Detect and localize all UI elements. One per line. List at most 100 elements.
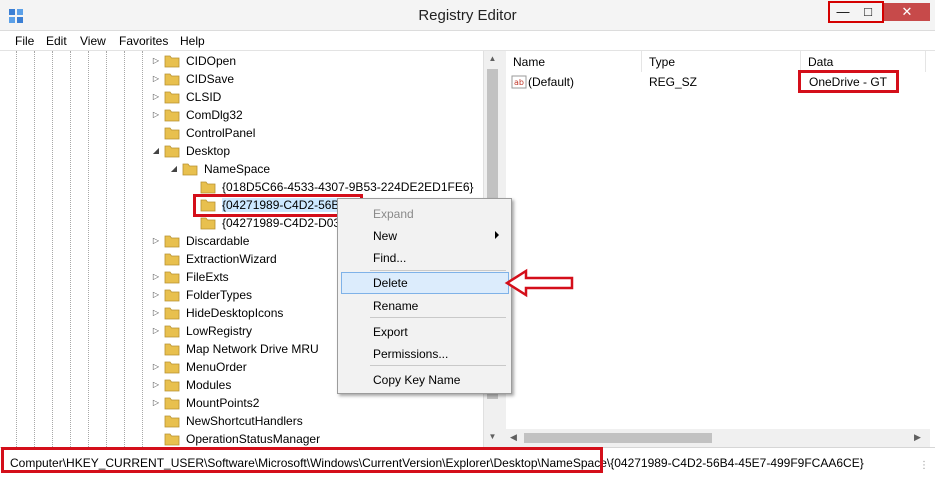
expand-arrow-icon[interactable]: ▷ [151, 92, 161, 102]
folder-icon [164, 325, 180, 338]
expand-arrow-icon[interactable]: ▷ [151, 272, 161, 282]
expander-placeholder [187, 182, 197, 192]
tree-item-label: Desktop [186, 144, 231, 158]
folder-icon [164, 289, 180, 302]
tree-item-namespace[interactable]: ◢ NameSpace [8, 161, 488, 179]
expand-arrow-icon[interactable]: ▷ [151, 74, 161, 84]
folder-open-icon [182, 163, 198, 176]
folder-icon [164, 91, 180, 104]
tree-item-label: CIDSave [186, 72, 235, 86]
svg-text:ab: ab [514, 78, 524, 87]
annotation-highlight-path [1, 447, 603, 473]
value-name: (Default) [528, 75, 575, 89]
close-button[interactable]: ✕ [884, 3, 930, 21]
value-type: REG_SZ [649, 75, 698, 89]
folder-icon [164, 145, 180, 158]
scroll-right-icon[interactable]: ▶ [914, 432, 921, 443]
menu-item-find[interactable]: Find... [341, 247, 509, 269]
maximize-button[interactable]: □ [857, 3, 879, 21]
registry-values-list[interactable]: Name Type Data ab (Default) REG_SZ OneDr… [506, 51, 930, 447]
tree-item-clsid[interactable]: ▷ CLSID [8, 89, 488, 107]
menu-bar: File Edit View Favorites Help [0, 31, 935, 51]
column-header-name[interactable]: Name [506, 51, 642, 72]
folder-icon [164, 307, 180, 320]
folder-icon [164, 361, 180, 374]
tree-item-comdlg32[interactable]: ▷ ComDlg32 [8, 107, 488, 125]
window-title: Registry Editor [418, 7, 517, 24]
folder-icon [200, 217, 216, 230]
values-horizontal-scrollbar[interactable]: ◀ ▶ [506, 429, 930, 447]
resize-grip-icon[interactable]: ⋮ [919, 460, 929, 471]
menu-favorites[interactable]: Favorites [119, 34, 168, 48]
folder-icon [164, 127, 180, 140]
submenu-arrow-icon [495, 231, 499, 239]
expander-placeholder [187, 218, 197, 228]
expand-arrow-icon[interactable]: ▷ [151, 398, 161, 408]
menu-item-copy-key-name[interactable]: Copy Key Name [341, 369, 509, 391]
menu-item-rename[interactable]: Rename [341, 295, 509, 317]
collapse-arrow-icon[interactable]: ◢ [169, 164, 179, 174]
menu-separator [370, 270, 506, 271]
tree-item-label: OperationStatusManager [186, 432, 321, 446]
menu-view[interactable]: View [80, 34, 106, 48]
tree-item-label: CLSID [186, 90, 222, 104]
column-header-data[interactable]: Data [801, 51, 926, 72]
tree-item-cidopen[interactable]: ▷ CIDOpen [8, 53, 488, 71]
expand-arrow-icon[interactable]: ▷ [151, 110, 161, 120]
menu-item-new[interactable]: New [341, 225, 509, 247]
collapse-arrow-icon[interactable]: ◢ [151, 146, 161, 156]
tree-item-label: MountPoints2 [186, 396, 260, 410]
tree-item-label: {04271989-C4D2-D035 [222, 216, 347, 230]
expand-arrow-icon[interactable]: ▷ [151, 380, 161, 390]
tree-item-label: HideDesktopIcons [186, 306, 284, 320]
menu-item-expand[interactable]: Expand [341, 203, 509, 225]
folder-icon [164, 343, 180, 356]
menu-item-export[interactable]: Export [341, 321, 509, 343]
expander-placeholder [151, 416, 161, 426]
scroll-left-icon[interactable]: ◀ [510, 432, 517, 443]
expand-arrow-icon[interactable]: ▷ [151, 290, 161, 300]
scroll-down-icon[interactable]: ▼ [487, 432, 498, 443]
expander-placeholder [151, 344, 161, 354]
tree-item-cidsave[interactable]: ▷ CIDSave [8, 71, 488, 89]
tree-item-label: Map Network Drive MRU [186, 342, 319, 356]
tree-item-label: ExtractionWizard [186, 252, 277, 266]
expand-arrow-icon[interactable]: ▷ [151, 326, 161, 336]
folder-icon [164, 253, 180, 266]
expander-placeholder [151, 128, 161, 138]
close-icon: ✕ [901, 4, 913, 19]
column-header-type[interactable]: Type [642, 51, 801, 72]
menu-separator [370, 365, 506, 366]
menu-item-permissions[interactable]: Permissions... [341, 343, 509, 365]
folder-icon [164, 415, 180, 428]
tree-item-label: CIDOpen [186, 54, 237, 68]
tree-item-label: MenuOrder [186, 360, 247, 374]
expand-arrow-icon[interactable]: ▷ [151, 362, 161, 372]
expand-arrow-icon[interactable]: ▷ [151, 308, 161, 318]
menu-edit[interactable]: Edit [46, 34, 67, 48]
tree-item-mountpoints2[interactable]: ▷ MountPoints2 [8, 395, 488, 413]
scroll-thumb[interactable] [524, 433, 712, 443]
menu-help[interactable]: Help [180, 34, 205, 48]
tree-item-label: FileExts [186, 270, 229, 284]
tree-item-label: Modules [186, 378, 232, 392]
annotation-highlight-data [798, 70, 899, 93]
tree-item-desktop[interactable]: ◢ Desktop [8, 143, 488, 161]
menu-file[interactable]: File [15, 34, 34, 48]
minimize-button[interactable]: — [832, 3, 854, 21]
scroll-up-icon[interactable]: ▲ [487, 54, 498, 65]
menu-item-delete[interactable]: Delete [341, 272, 509, 294]
folder-icon [164, 379, 180, 392]
folder-icon [164, 271, 180, 284]
tree-item-label: ControlPanel [186, 126, 256, 140]
expand-arrow-icon[interactable]: ▷ [151, 236, 161, 246]
folder-icon [164, 109, 180, 122]
tree-item-controlpanel[interactable]: ControlPanel [8, 125, 488, 143]
tree-item-label: {018D5C66-4533-4307-9B53-224DE2ED1FE6} [222, 180, 474, 194]
expand-arrow-icon[interactable]: ▷ [151, 56, 161, 66]
tree-item-newshortcuthandlers[interactable]: NewShortcutHandlers [8, 413, 488, 431]
tree-item-label: NewShortcutHandlers [186, 414, 303, 428]
folder-icon [164, 397, 180, 410]
folder-icon [200, 181, 216, 194]
tree-item-operationstatusmanager[interactable]: OperationStatusManager [8, 431, 488, 447]
